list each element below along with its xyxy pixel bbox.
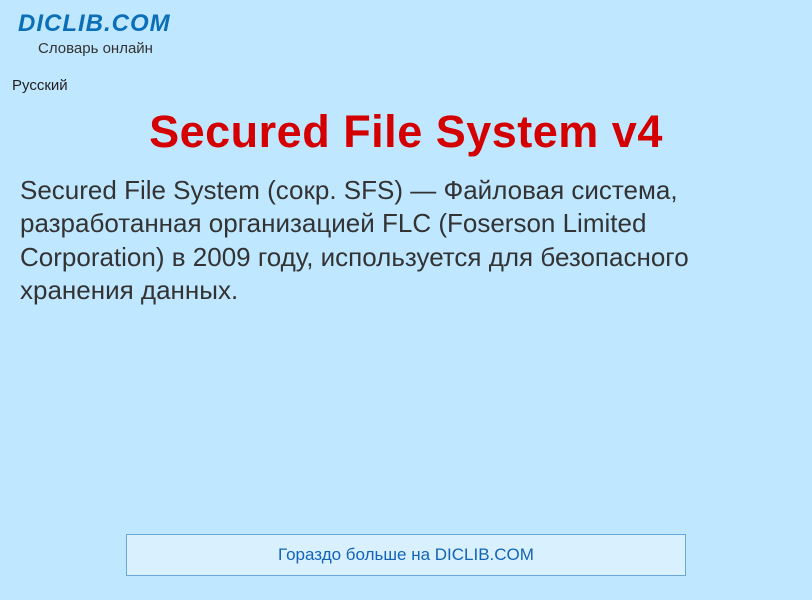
- site-tagline: Словарь онлайн: [38, 40, 794, 57]
- more-link-button[interactable]: Гораздо больше на DICLIB.COM: [126, 534, 686, 576]
- article-body: Secured File System (сокр. SFS) — Файлов…: [0, 158, 812, 307]
- site-name[interactable]: DICLIB.COM: [18, 10, 794, 38]
- article-title: Secured File System v4: [0, 106, 812, 158]
- header: DICLIB.COM Словарь онлайн: [0, 0, 812, 61]
- language-label: Русский: [0, 61, 812, 94]
